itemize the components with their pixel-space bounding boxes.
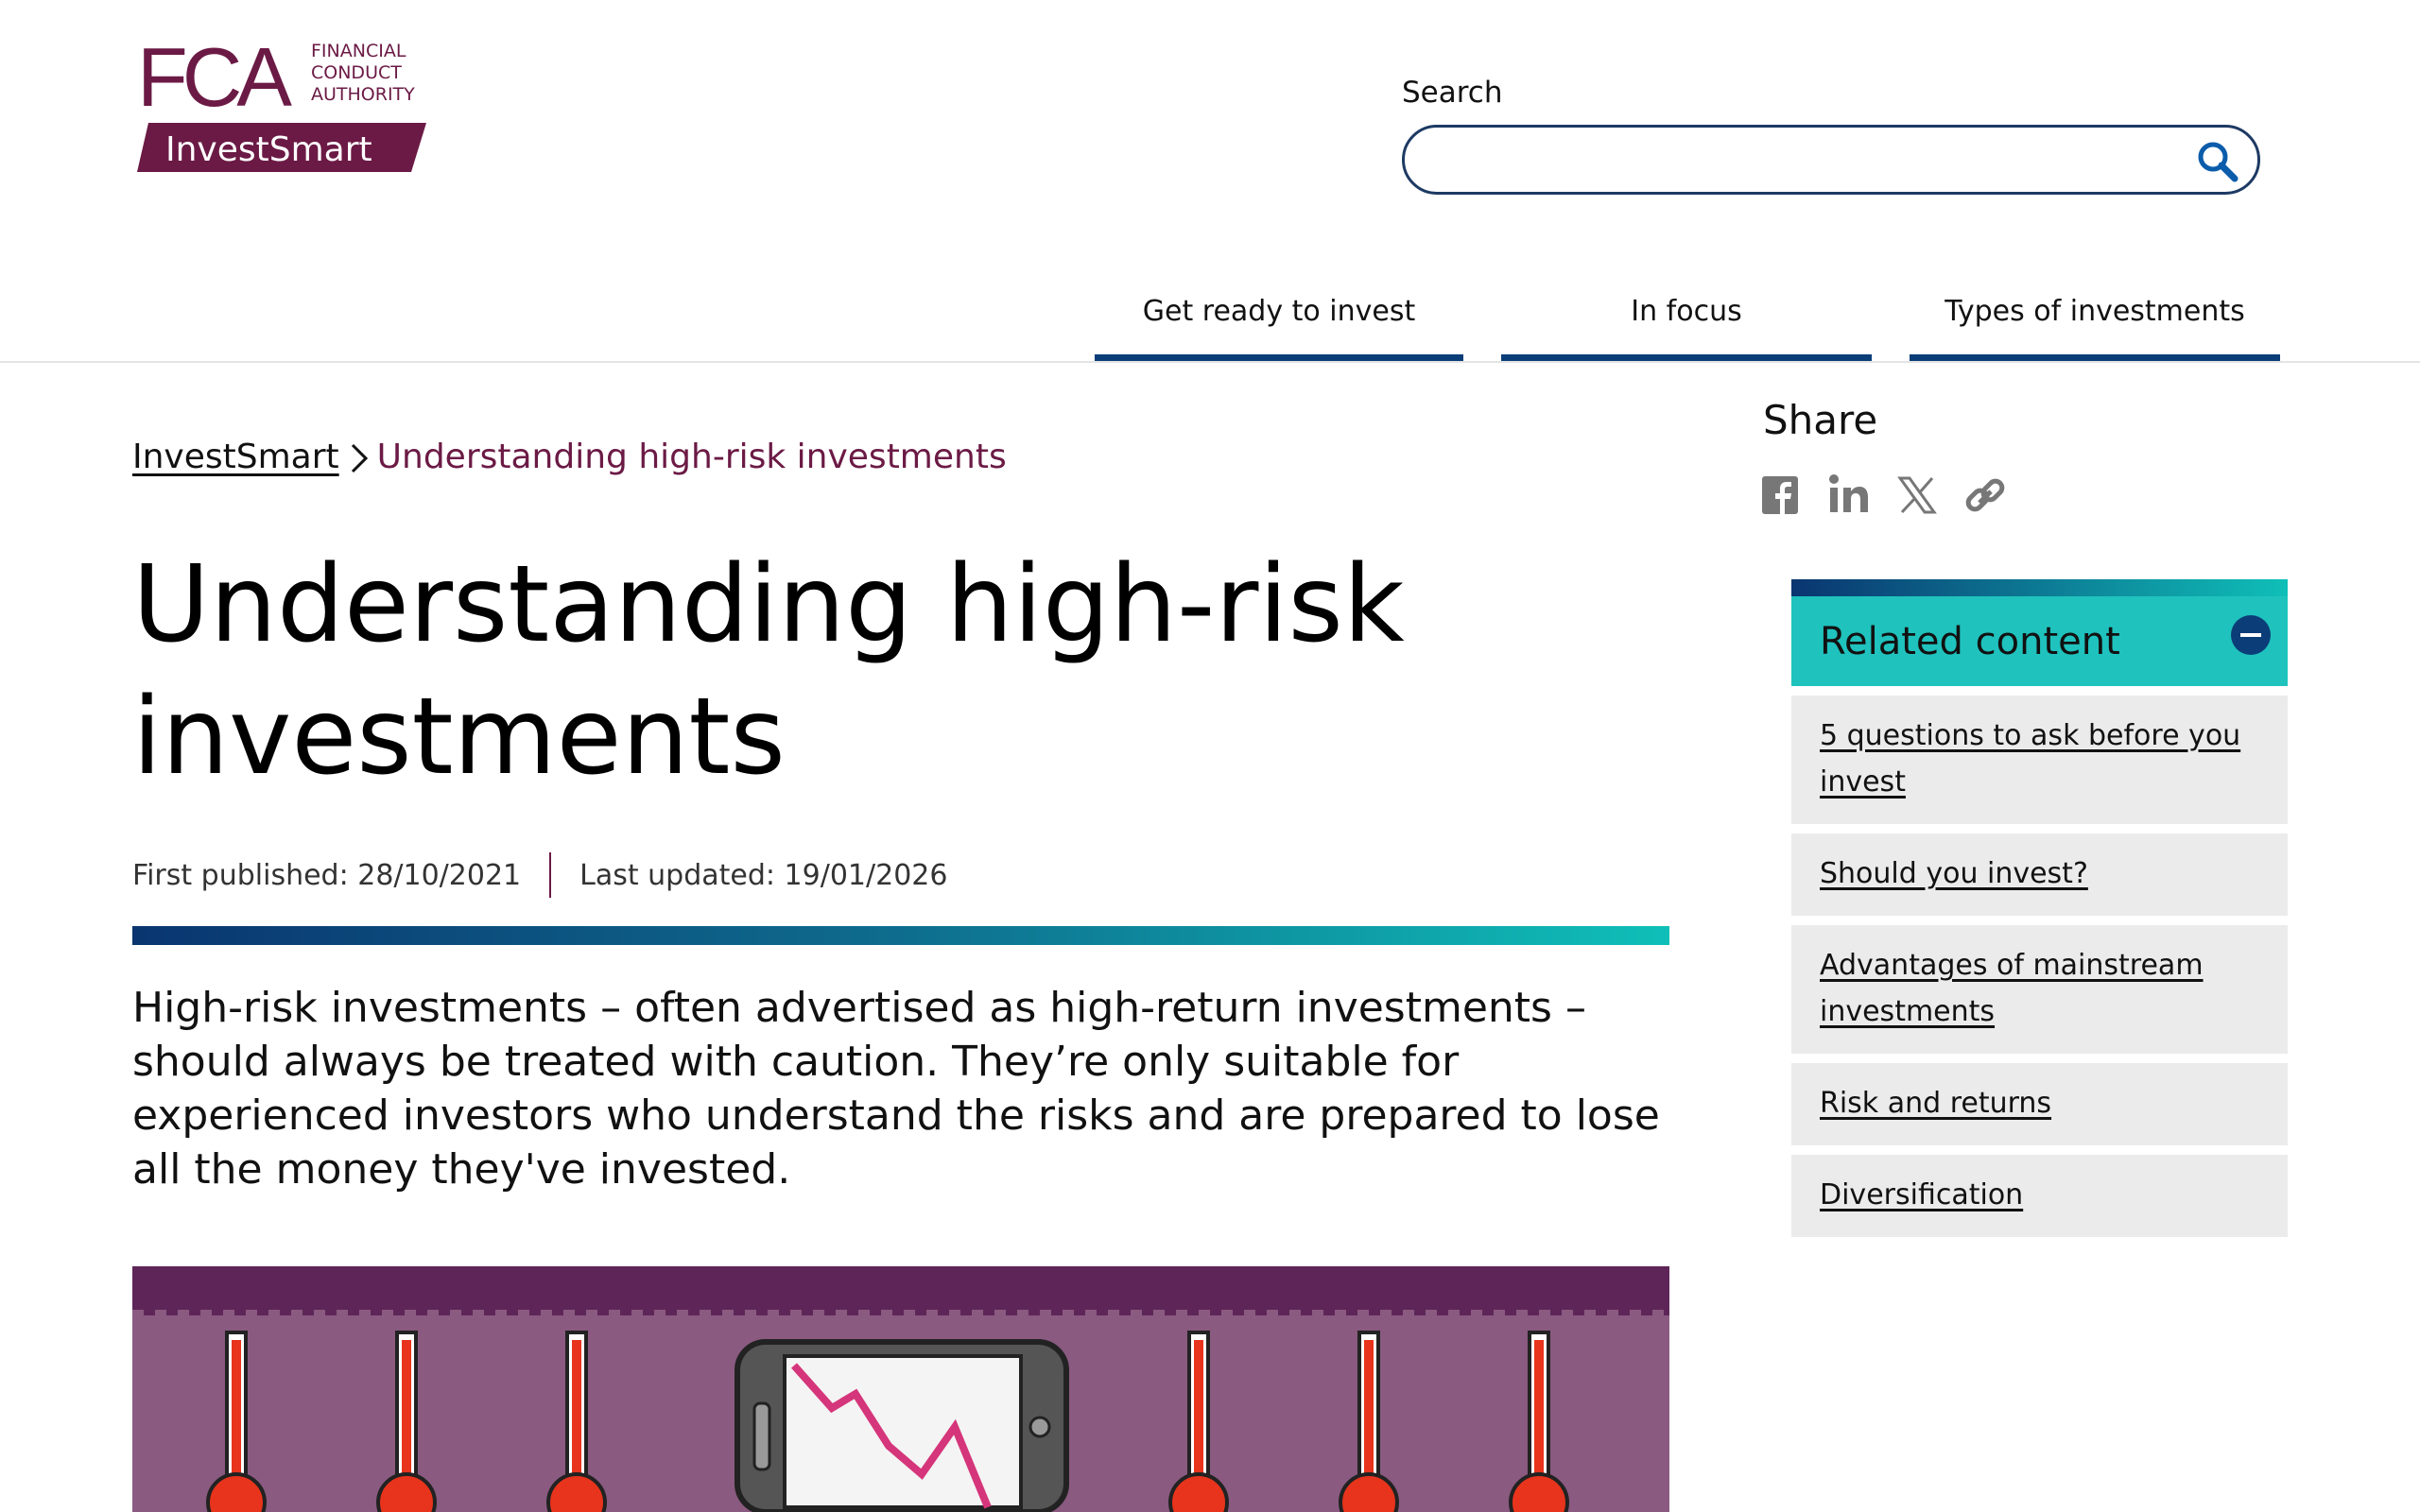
first-published: First published: 28/10/2021	[132, 858, 522, 892]
nav-item-get-ready-to-invest[interactable]: Get ready to invest	[1095, 285, 1463, 361]
chevron-right-icon	[351, 443, 368, 473]
nav-item-types-of-investments[interactable]: Types of investments	[1910, 285, 2280, 361]
meta-divider	[549, 852, 552, 898]
related-link-risk-and-returns[interactable]: Risk and returns	[1820, 1087, 2051, 1120]
list-item: Should you invest?	[1791, 833, 2288, 916]
related-content-title: Related content	[1820, 620, 2120, 663]
breadcrumb-current: Understanding high-risk investments	[376, 438, 1007, 476]
breadcrumb-home-link[interactable]: InvestSmart	[132, 438, 339, 476]
facebook-icon[interactable]	[1760, 471, 1802, 520]
list-item: Advantages of mainstream investments	[1791, 925, 2288, 1054]
related-content-header[interactable]: Related content	[1791, 579, 2288, 686]
svg-text:CONDUCT: CONDUCT	[311, 62, 402, 83]
link-icon[interactable]	[1964, 471, 2006, 520]
share-icons	[1760, 471, 2006, 520]
search-box	[1402, 125, 2260, 195]
share-title: Share	[1763, 397, 1878, 443]
phone-chart-icon	[735, 1339, 1069, 1512]
logo-product: InvestSmart	[165, 130, 372, 169]
logo-letters: FCA	[137, 30, 292, 124]
hero-illustration	[132, 1266, 1669, 1512]
nav-item-in-focus[interactable]: In focus	[1501, 285, 1872, 361]
search-button[interactable]	[2195, 139, 2240, 184]
last-updated: Last updated: 19/01/2026	[579, 858, 948, 892]
svg-text:FINANCIAL: FINANCIAL	[311, 41, 406, 61]
page-title: Understanding high-risk investments	[132, 543, 1405, 799]
related-link-should-you-invest[interactable]: Should you invest?	[1820, 857, 2088, 890]
search-label: Search	[1402, 76, 1503, 110]
collapse-minus-icon[interactable]	[2231, 615, 2271, 655]
search-input[interactable]	[1433, 137, 2170, 182]
linkedin-icon[interactable]	[1828, 471, 1870, 520]
intro-paragraph: High-risk investments – often advertised…	[132, 984, 1660, 1194]
svg-text:AUTHORITY: AUTHORITY	[311, 84, 415, 105]
x-icon[interactable]	[1896, 471, 1938, 520]
search-icon	[2198, 142, 2238, 182]
accent-bar	[132, 926, 1669, 945]
breadcrumb: InvestSmart Understanding high-risk inves…	[132, 435, 1007, 480]
list-item: Risk and returns	[1791, 1063, 2288, 1145]
list-item: 5 questions to ask before you invest	[1791, 696, 2288, 824]
related-link-5-questions[interactable]: 5 questions to ask before you invest	[1820, 719, 2240, 799]
related-link-advantages-mainstream[interactable]: Advantages of mainstream investments	[1820, 949, 2204, 1028]
fca-investsmart-logo[interactable]: FCA FINANCIAL CONDUCT AUTHORITY InvestSm…	[137, 28, 430, 172]
publish-meta: First published: 28/10/2021 Last updated…	[132, 850, 947, 900]
header-divider	[0, 361, 2420, 363]
related-content-panel: Related content 5 questions to ask befor…	[1791, 579, 2288, 1237]
related-list: 5 questions to ask before you invest Sho…	[1791, 696, 2288, 1237]
related-link-diversification[interactable]: Diversification	[1820, 1178, 2023, 1211]
list-item: Diversification	[1791, 1155, 2288, 1237]
